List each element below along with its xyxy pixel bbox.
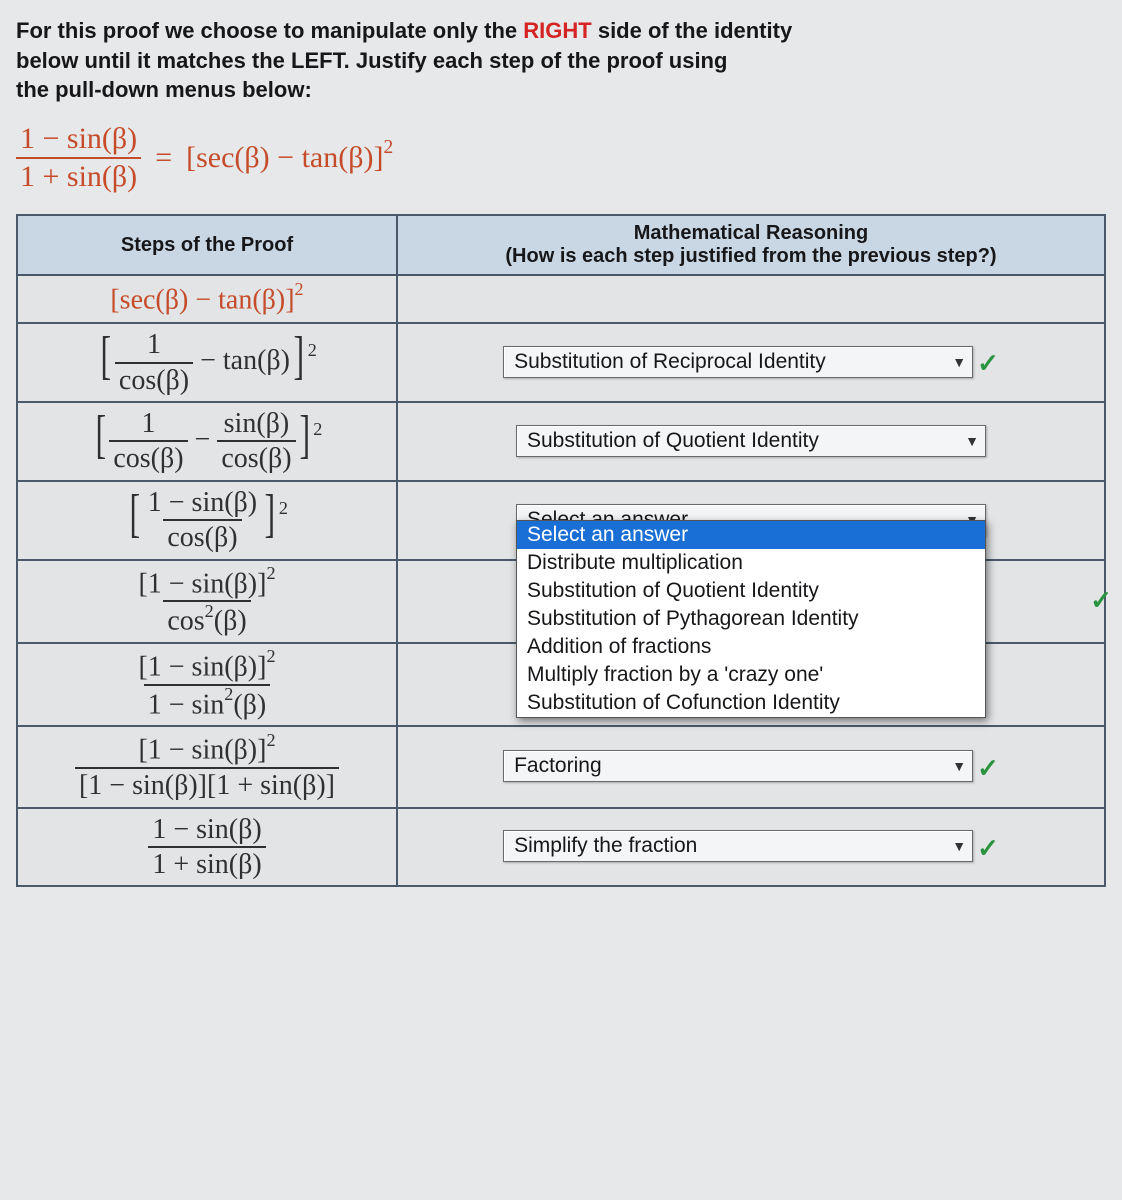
dropdown-option[interactable]: Distribute multiplication	[517, 549, 985, 577]
chevron-down-icon: ▼	[952, 758, 966, 774]
chevron-down-icon: ▼	[952, 354, 966, 370]
reason-7: Simplify the fraction ▼ ✓	[397, 808, 1105, 887]
instr-text: . Justify each step of the proof using	[344, 48, 728, 73]
header-reasoning-2: (How is each step justified from the pre…	[505, 245, 996, 267]
header-steps: Steps of the Proof	[17, 215, 397, 275]
check-icon: ✓	[977, 834, 999, 863]
instr-right: RIGHT	[523, 18, 591, 43]
table-row: [ 1 cos(β) − sin(β) cos(β) ]2 Substituti…	[17, 402, 1105, 481]
identity-equation: 1 − sin(β) 1 + sin(β) = [sec(β) − tan(β)…	[16, 123, 1106, 192]
table-row: [sec(β) − tan(β)]2	[17, 275, 1105, 323]
reason-select-6[interactable]: Factoring ▼	[503, 750, 973, 782]
reason-6: Factoring ▼ ✓	[397, 726, 1105, 807]
identity-rhs-exp: 2	[383, 137, 393, 158]
header-reasoning: Mathematical Reasoning (How is each step…	[397, 215, 1105, 275]
reason-select-2[interactable]: Substitution of Quotient Identity ▼	[516, 425, 986, 457]
check-icon: ✓	[977, 754, 999, 783]
identity-lhs-den: 1 + sin(β)	[16, 157, 141, 193]
reason-0	[397, 275, 1105, 323]
table-row: 1 − sin(β) 1 + sin(β) Simplify the fract…	[17, 808, 1105, 887]
reason-select-value: Simplify the fraction	[514, 834, 697, 858]
step-7: 1 − sin(β) 1 + sin(β)	[17, 808, 397, 887]
instr-text: the pull-down menus below:	[16, 77, 312, 102]
instr-left: LEFT	[291, 48, 344, 73]
header-reasoning-1: Mathematical Reasoning	[634, 222, 869, 244]
proof-table: Steps of the Proof Mathematical Reasonin…	[16, 214, 1106, 887]
reason-select-1[interactable]: Substitution of Reciprocal Identity ▼	[503, 346, 973, 378]
reason-select-value: Substitution of Quotient Identity	[527, 429, 819, 453]
reason-1: Substitution of Reciprocal Identity ▼ ✓	[397, 323, 1105, 402]
chevron-down-icon: ▼	[952, 838, 966, 854]
step-1: [ 1 cos(β) − tan(β)]2	[17, 323, 397, 402]
dropdown-option[interactable]: Substitution of Cofunction Identity	[517, 689, 985, 717]
reason-select-7[interactable]: Simplify the fraction ▼	[503, 830, 973, 862]
reason-dropdown-open[interactable]: Select an answer Distribute multiplicati…	[516, 520, 986, 718]
dropdown-option[interactable]: Multiply fraction by a 'crazy one'	[517, 661, 985, 689]
dropdown-option[interactable]: Addition of fractions	[517, 633, 985, 661]
step-4: [1 − sin(β)]2 cos2(β)	[17, 560, 397, 643]
check-icon: ✓	[977, 349, 999, 378]
dropdown-option[interactable]: Substitution of Quotient Identity	[517, 577, 985, 605]
identity-rhs: [sec(β) − tan(β)]	[186, 141, 383, 174]
reason-3: Select an answer ▼ Select an answer Dist…	[397, 481, 1105, 560]
check-icon: ✓	[1090, 586, 1112, 616]
table-row: [1 − sin(β)]2 [1 − sin(β)][1 + sin(β)] F…	[17, 726, 1105, 807]
dropdown-option[interactable]: Select an answer	[517, 521, 985, 549]
step-5: [1 − sin(β)]2 1 − sin2(β)	[17, 643, 397, 726]
table-row: [ 1 − sin(β) cos(β) ]2 Select an answer …	[17, 481, 1105, 560]
instr-text: side of the identity	[592, 18, 792, 43]
instr-text: For this proof we choose to manipulate o…	[16, 18, 523, 43]
reason-2: Substitution of Quotient Identity ▼	[397, 402, 1105, 481]
chevron-down-icon: ▼	[965, 433, 979, 449]
instructions: For this proof we choose to manipulate o…	[16, 16, 1106, 105]
instr-text: below until it matches the	[16, 48, 291, 73]
step-2: [ 1 cos(β) − sin(β) cos(β) ]2	[17, 402, 397, 481]
step-3: [ 1 − sin(β) cos(β) ]2	[17, 481, 397, 560]
step-0: [sec(β) − tan(β)]2	[17, 275, 397, 323]
reason-select-value: Factoring	[514, 754, 602, 778]
step-6: [1 − sin(β)]2 [1 − sin(β)][1 + sin(β)]	[17, 726, 397, 807]
equals: =	[155, 141, 172, 175]
identity-lhs-num: 1 − sin(β)	[16, 123, 141, 157]
dropdown-option[interactable]: Substitution of Pythagorean Identity	[517, 605, 985, 633]
table-row: [ 1 cos(β) − tan(β)]2 Substitution of Re…	[17, 323, 1105, 402]
reason-select-value: Substitution of Reciprocal Identity	[514, 350, 826, 374]
